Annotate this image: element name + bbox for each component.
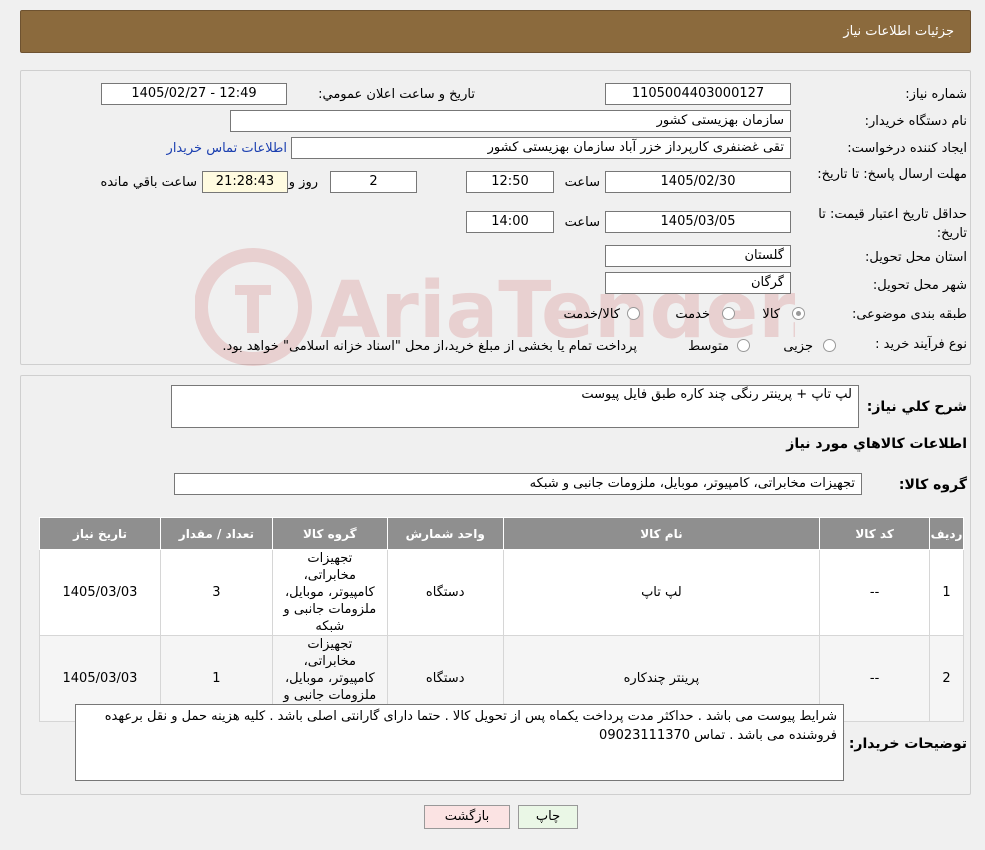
days-field: 2 — [330, 171, 417, 193]
group-label: گروه کالا: — [898, 477, 967, 493]
cell-row: 1 — [929, 549, 964, 636]
group-field: تجهیزات مخابراتی، کامپیوتر، موبایل، ملزو… — [174, 473, 862, 495]
buyer-org-label: نام دستگاه خريدار: — [864, 114, 967, 129]
process-label: نوع فرآيند خريد : — [875, 337, 967, 352]
validity-label: حداقل تاريخ اعتبار قيمت: تا تاريخ: — [818, 207, 967, 241]
payment-note: پرداخت تمام يا بخشی از مبلغ خريد،از محل … — [222, 339, 637, 354]
announce-label: تاریخ و ساعت اعلان عمومي: — [318, 87, 475, 102]
col-unit: واحد شمارش — [386, 517, 504, 550]
validity-time-label: ساعت — [564, 215, 600, 230]
items-title: اطلاعات کالاهاي مورد نياز — [786, 436, 967, 452]
items-table: رديف کد کالا نام کالا واحد شمارش گروه کا… — [39, 517, 964, 722]
need-number-label: شماره نیاز: — [905, 87, 967, 102]
cell-group: تجهیزات مخابراتی، کامپیوتر، موبایل، ملزو… — [271, 549, 388, 636]
col-name: نام کالا — [502, 517, 821, 550]
cell-unit: دستگاه — [386, 549, 504, 636]
col-row: رديف — [929, 517, 964, 550]
col-qty: تعداد / مقدار — [159, 517, 273, 550]
back-button[interactable]: بازگشت — [424, 805, 510, 829]
validity-date-field: 1405/03/05 — [605, 211, 791, 233]
cell-code: -- — [819, 549, 931, 636]
remaining-time-field: 21:28:43 — [202, 171, 288, 193]
summary-field: لپ تاپ + پرینتر رنگی چند کاره طبق فایل پ… — [171, 385, 859, 428]
page-header: جزئیات اطلاعات نیاز — [20, 10, 971, 53]
need-number-field: 1105004403000127 — [605, 83, 791, 105]
contact-info-link[interactable]: اطلاعات تماس خریدار — [167, 141, 287, 156]
category-goods-text: کالا — [762, 307, 780, 322]
remaining-label: ساعت باقي مانده — [100, 175, 197, 190]
process-partial-text: جزیی — [783, 339, 813, 354]
category-both-radio[interactable] — [627, 307, 640, 320]
buyer-notes-label: توضيحات خريدار: — [848, 736, 967, 752]
deadline-time-field: 12:50 — [466, 171, 554, 193]
col-group: گروه کالا — [271, 517, 388, 550]
buyer-org-field: سازمان بهزیستی کشور — [230, 110, 791, 132]
creator-field: تقی غضنفری کارپرداز خزر آباد سازمان بهزی… — [291, 137, 791, 159]
process-medium-text: متوسط — [688, 339, 729, 354]
col-date: تاريخ نياز — [39, 517, 161, 550]
col-code: کد کالا — [819, 517, 931, 550]
category-label: طبقه بندی موضوعی: — [851, 307, 967, 322]
process-medium-radio[interactable] — [737, 339, 750, 352]
summary-label: شرح کلي نياز: — [866, 399, 967, 415]
deadline-label: مهلت ارسال پاسخ: تا تاريخ: — [817, 167, 967, 182]
page-title: جزئیات اطلاعات نیاز — [843, 24, 954, 39]
deadline-date-field: 1405/02/30 — [605, 171, 791, 193]
table-row: 1 -- لپ تاپ دستگاه تجهیزات مخابراتی، کام… — [39, 549, 964, 636]
province-field: گلستان — [605, 245, 791, 267]
category-service-radio[interactable] — [722, 307, 735, 320]
province-label: استان محل تحويل: — [865, 250, 967, 265]
print-button[interactable]: چاپ — [518, 805, 578, 829]
city-field: گرگان — [605, 272, 791, 294]
cell-date: 1405/03/03 — [39, 549, 161, 636]
validity-time-field: 14:00 — [466, 211, 554, 233]
announce-field: 1405/02/27 - 12:49 — [101, 83, 287, 105]
process-partial-radio[interactable] — [823, 339, 836, 352]
cell-qty: 3 — [159, 549, 273, 636]
buyer-notes-field: شرایط پیوست می باشد . حداکثر مدت پرداخت … — [75, 704, 844, 781]
days-label: روز و — [288, 175, 318, 190]
category-service-text: خدمت — [675, 307, 710, 322]
cell-row: 2 — [929, 635, 964, 722]
table-header-row: رديف کد کالا نام کالا واحد شمارش گروه کا… — [39, 517, 964, 550]
cell-name: لپ تاپ — [502, 549, 821, 636]
category-goods-radio[interactable] — [792, 307, 805, 320]
creator-label: ايجاد کننده درخواست: — [847, 141, 967, 156]
deadline-time-label: ساعت — [564, 175, 600, 190]
city-label: شهر محل تحويل: — [872, 278, 967, 293]
category-both-text: کالا/خدمت — [563, 307, 620, 322]
